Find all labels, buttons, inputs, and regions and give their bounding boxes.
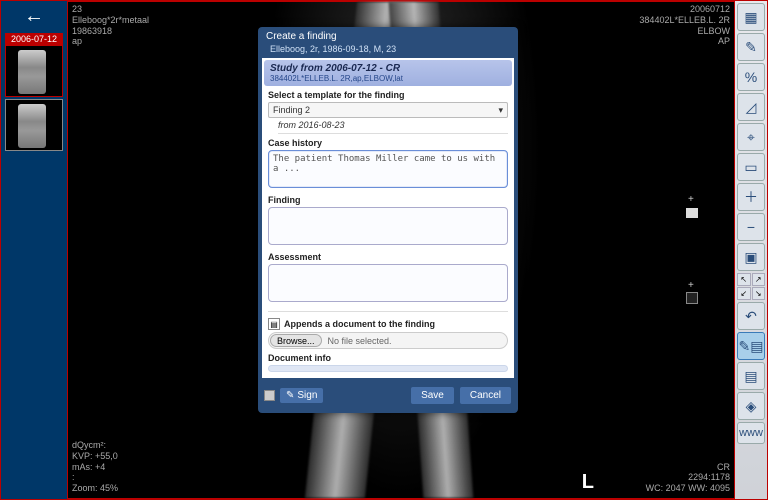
right-toolbar: ▦ ✎ % ◿ ⌖ ▭ ＋ − ▣ ↖↗ ↙↘ ↶ ✎▤ ▤ ◈ www: [735, 1, 767, 499]
cancel-button[interactable]: Cancel: [459, 386, 512, 405]
sign-checkbox[interactable]: [264, 390, 275, 401]
laterality-marker: L: [582, 471, 594, 494]
pan-arrows-group[interactable]: ↖↗ ↙↘: [737, 273, 765, 300]
study-description: 384402L*ELLEB.L. 2R,ap,ELBOW,lat: [270, 74, 506, 83]
brightness-plus-icon[interactable]: +: [688, 194, 698, 204]
contrast-indicator[interactable]: [686, 292, 698, 304]
overlay-bottom-right: CR 2294:1178 WC: 2047 WW: 4095: [646, 462, 730, 494]
template-label: Select a template for the finding: [268, 90, 508, 100]
assessment-input[interactable]: [268, 264, 508, 302]
angle-tool-icon[interactable]: ◿: [737, 93, 765, 121]
fit-screen-icon[interactable]: ▣: [737, 243, 765, 271]
finding-input[interactable]: [268, 207, 508, 245]
window-tool-icon[interactable]: ▭: [737, 153, 765, 181]
crosshair-tool-icon[interactable]: ⌖: [737, 123, 765, 151]
pen-icon: ✎: [286, 390, 294, 401]
contrast-plus-icon[interactable]: +: [688, 280, 698, 290]
attach-icon: ▤: [268, 318, 280, 330]
pencil-tool-icon[interactable]: ✎: [737, 33, 765, 61]
sign-label: Sign: [297, 390, 317, 401]
save-button[interactable]: Save: [410, 386, 455, 405]
finding-label: Finding: [268, 195, 508, 205]
template-select[interactable]: Finding 2 ▾: [268, 102, 508, 118]
upload-progress: [268, 365, 508, 372]
thumbnail-1[interactable]: [5, 45, 63, 97]
file-status: No file selected.: [328, 336, 392, 346]
chevron-down-icon: ▾: [498, 105, 503, 116]
thumb-date-label: 2006-07-12: [5, 33, 63, 45]
back-arrow-icon[interactable]: ←: [24, 5, 44, 28]
file-chooser: Browse... No file selected.: [268, 332, 508, 349]
case-history-label: Case history: [268, 138, 508, 148]
measure-tool-icon[interactable]: %: [737, 63, 765, 91]
study-title: Study from 2006-07-12 - CR: [270, 63, 506, 74]
overlay-bottom-left: dQycm²: KVP: +55,0 mAs: +4 : Zoom: 45%: [72, 440, 118, 494]
save-disk-icon[interactable]: ▤: [737, 362, 765, 390]
dialog-title: Create a finding: [258, 27, 518, 44]
case-history-input[interactable]: [268, 150, 508, 188]
findings-tool-icon[interactable]: ✎▤: [737, 332, 765, 360]
create-finding-dialog: Create a finding Elleboog, 2r, 1986-09-1…: [258, 27, 518, 413]
thumbnail-2[interactable]: [5, 99, 63, 151]
www-icon[interactable]: www: [737, 422, 765, 444]
document-info-label: Document info: [268, 353, 508, 363]
zoom-in-icon[interactable]: ＋: [737, 183, 765, 211]
dialog-subtitle: Elleboog, 2r, 1986-09-18, M, 23: [258, 44, 518, 58]
template-date: from 2016-08-23: [278, 120, 508, 134]
zoom-out-icon[interactable]: −: [737, 213, 765, 241]
brightness-indicator[interactable]: [686, 208, 698, 218]
thumbnail-panel: ← 2006-07-12: [1, 1, 67, 499]
layout-tool-icon[interactable]: ▦: [737, 3, 765, 31]
overlay-top-right: 20060712 384402L*ELLEB.L. 2R ELBOW AP: [639, 4, 730, 47]
cube-icon[interactable]: ◈: [737, 392, 765, 420]
browse-button[interactable]: Browse...: [270, 334, 322, 347]
assessment-label: Assessment: [268, 252, 508, 262]
study-header: Study from 2006-07-12 - CR 384402L*ELLEB…: [264, 60, 512, 86]
sign-button[interactable]: ✎ Sign: [279, 387, 324, 404]
undo-icon[interactable]: ↶: [737, 302, 765, 330]
overlay-top-left: 23 Elleboog*2r*metaal 19863918 ap: [72, 4, 149, 47]
template-select-value: Finding 2: [273, 105, 310, 115]
attach-label: Appends a document to the finding: [284, 319, 435, 329]
